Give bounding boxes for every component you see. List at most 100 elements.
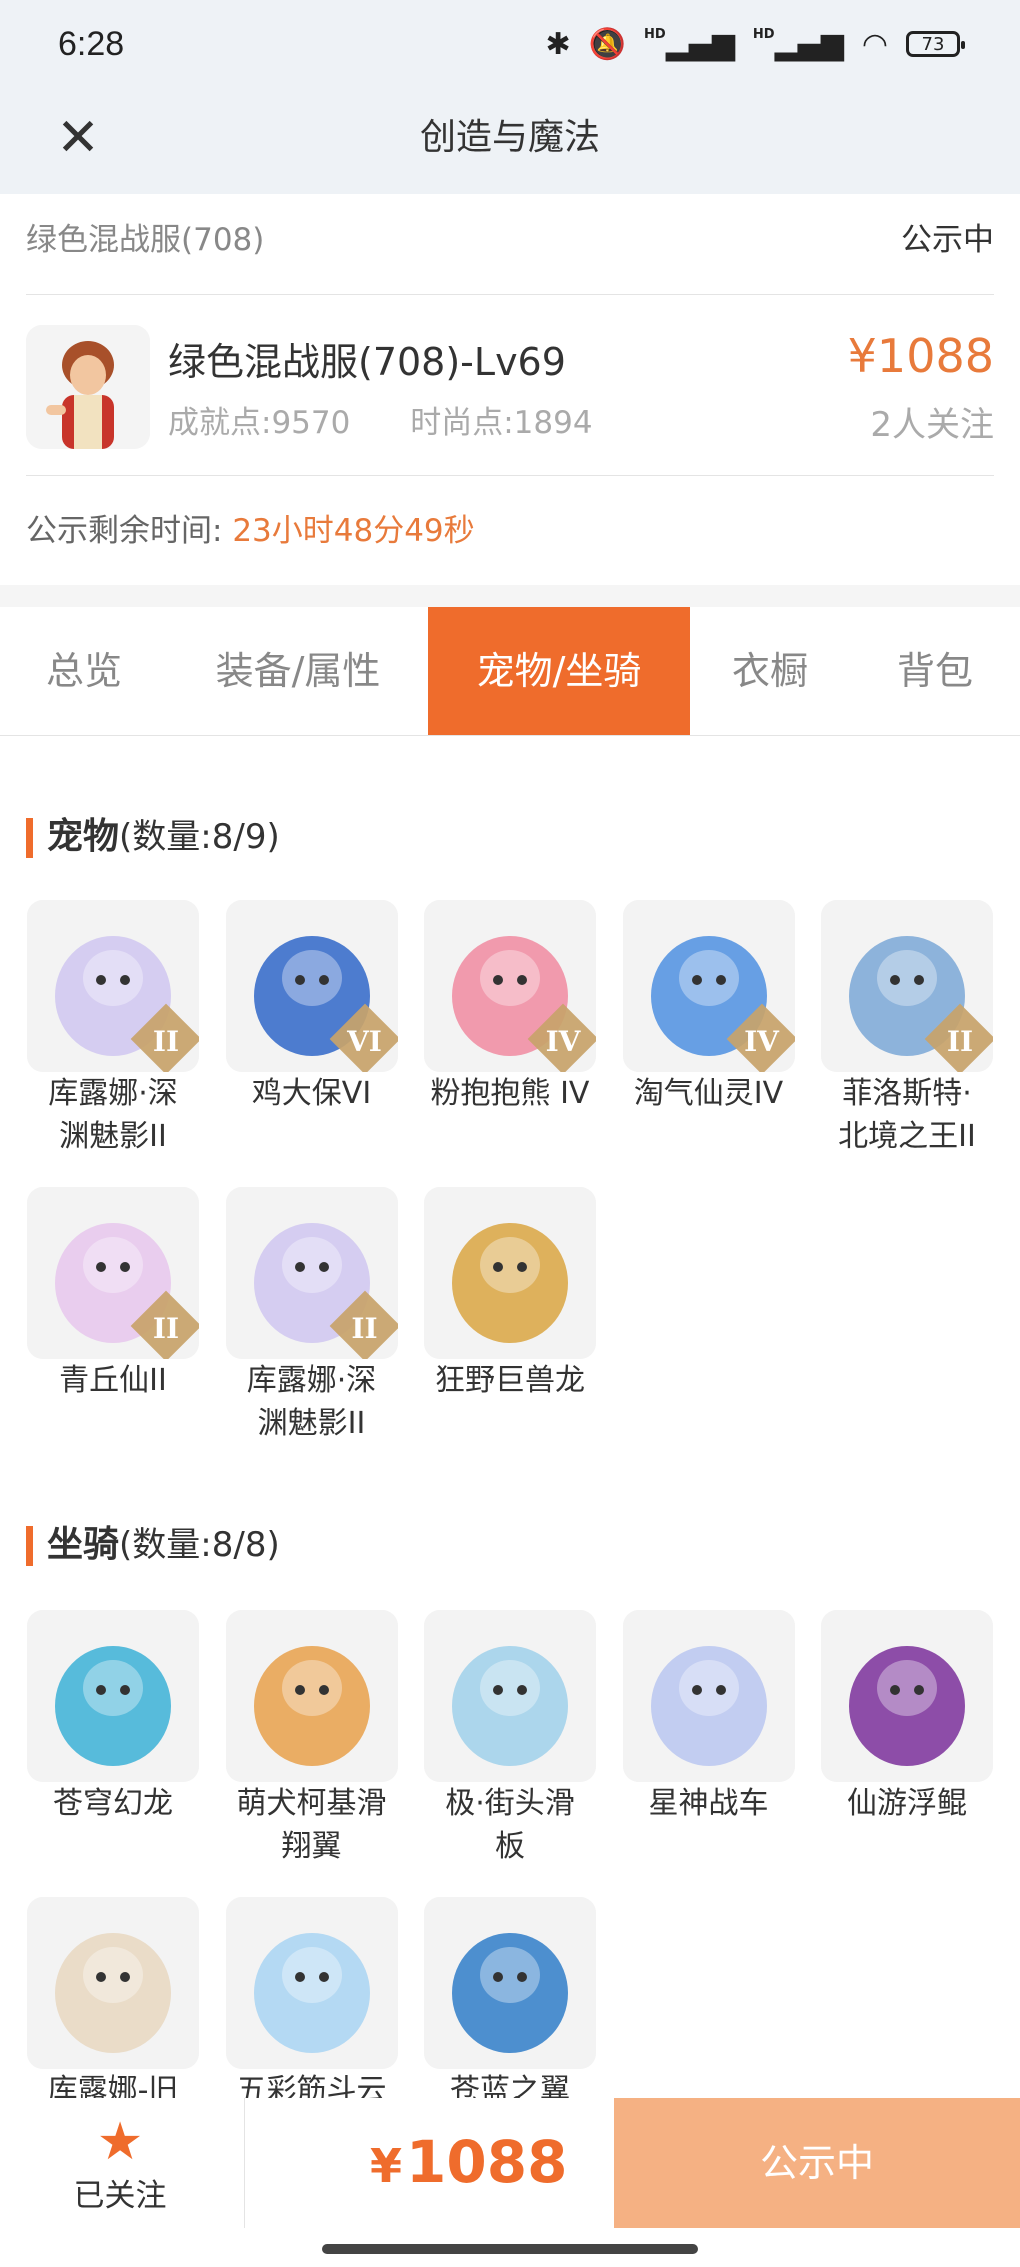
mount-thumbnail — [27, 1610, 199, 1782]
mount-item[interactable]: 苍蓝之翼 — [424, 1897, 596, 2112]
rank-badge-text: IV — [744, 1025, 779, 1058]
pet-thumbnail: VI — [225, 900, 398, 1072]
signal-hd2-icon: HD▂▄▆ — [752, 26, 844, 62]
pet-name: 狂野巨兽龙 — [435, 1363, 585, 1398]
pet-item[interactable]: VI 鸡大保VI — [225, 900, 398, 1115]
pet-thumbnail: IV — [622, 900, 795, 1072]
rank-badge-text: II — [351, 1312, 378, 1345]
tab-pets-mounts[interactable]: 宠物/坐骑 — [428, 607, 690, 735]
section-accent-bar — [26, 1526, 33, 1566]
achievement-points: 成就点:9570 — [168, 405, 351, 441]
status-bar: 6:28 ✱ 🔕 HD▂▄▆ HD▂▄▆ ◠ 73 — [0, 0, 1020, 88]
pet-item[interactable]: II 库露娜·深 渊魅影II — [225, 1187, 398, 1445]
publicity-status-button[interactable]: 公示中 — [614, 2098, 1020, 2228]
rank-badge-text: II — [152, 1025, 180, 1058]
rank-badge-text: II — [152, 1312, 180, 1345]
mount-item[interactable]: 极·街头滑板 — [424, 1610, 596, 1868]
divider — [244, 2098, 245, 2228]
tab-bar: 总览 装备/属性 宠物/坐骑 衣橱 背包 — [0, 607, 1020, 736]
mount-item[interactable]: 萌犬柯基滑 翔翼 — [225, 1610, 398, 1868]
countdown: 公示剩余时间: 23小时48分49秒 — [26, 505, 475, 550]
role-price: ¥1088 — [847, 329, 994, 383]
pet-item[interactable]: 狂野巨兽龙 — [424, 1187, 596, 1402]
fashion-points: 时尚点:1894 — [410, 405, 593, 441]
pet-item[interactable]: II 青丘仙II — [27, 1187, 199, 1402]
mount-name: 苍穹幻龙 — [53, 1786, 173, 1821]
mount-thumbnail — [622, 1610, 795, 1782]
pets-section-title: 宠物(数量:8/9) — [26, 807, 280, 859]
pet-item[interactable]: II 库露娜·深 渊魅影II — [27, 900, 199, 1158]
pet-thumbnail: II — [225, 1187, 398, 1359]
follow-label: 已关注 — [73, 2178, 167, 2214]
section-divider — [0, 585, 1020, 607]
home-indicator[interactable] — [322, 2244, 698, 2254]
mounts-count: (数量:8/8) — [119, 1525, 280, 1565]
mount-item[interactable]: 库露娜-旧 — [27, 1897, 199, 2112]
pet-name: 库露娜·深 渊魅影II — [48, 1076, 178, 1154]
mount-thumbnail — [821, 1610, 993, 1782]
pet-name: 菲洛斯特· 北境之王II — [838, 1076, 976, 1154]
status-icons: ✱ 🔕 HD▂▄▆ HD▂▄▆ ◠ 73 — [545, 26, 965, 62]
mount-thumbnail — [225, 1897, 398, 2069]
pet-thumbnail: II — [27, 1187, 199, 1359]
avatar — [26, 325, 150, 449]
pet-item[interactable]: IV 粉抱抱熊 IV — [424, 900, 596, 1115]
listing-header: 绿色混战服(708) 公示中 — [26, 194, 994, 295]
pet-thumbnail — [424, 1187, 596, 1359]
page-title: 创造与魔法 — [419, 117, 600, 158]
tab-bag[interactable]: 背包 — [850, 607, 1020, 735]
tab-equipment[interactable]: 装备/属性 — [168, 607, 428, 735]
mounts-title: 坐骑 — [47, 1524, 120, 1565]
mount-thumbnail — [424, 1610, 596, 1782]
tab-overview[interactable]: 总览 — [0, 607, 168, 735]
role-summary[interactable]: 绿色混战服(708)-Lv69 成就点:9570 时尚点:1894 ¥1088 … — [26, 295, 994, 476]
mount-name: 仙游浮鲲 — [847, 1786, 967, 1821]
rank-badge-text: IV — [545, 1025, 581, 1058]
pet-thumbnail: II — [821, 900, 993, 1072]
mount-item[interactable]: 苍穹幻龙 — [27, 1610, 199, 1825]
listing-name: 绿色混战服(708) — [26, 222, 265, 258]
star-icon: ★ — [96, 2112, 144, 2172]
mute-bell-icon: 🔕 — [588, 26, 627, 62]
mount-item[interactable]: 五彩筋斗云 — [225, 1897, 398, 2112]
pet-thumbnail: IV — [424, 900, 596, 1072]
countdown-value: 23小时48分49秒 — [232, 513, 475, 549]
wifi-icon: ◠ — [861, 26, 888, 62]
pet-name: 淘气仙灵IV — [633, 1076, 784, 1111]
pet-thumbnail: II — [27, 900, 199, 1072]
status-time: 6:28 — [58, 24, 125, 63]
mount-thumbnail — [225, 1610, 398, 1782]
close-icon: ✕ — [56, 108, 100, 168]
title-bar: 创造与魔法 ✕ — [0, 88, 1020, 194]
pet-name: 青丘仙II — [59, 1363, 167, 1398]
mount-name: 星神战车 — [648, 1786, 769, 1821]
role-points: 成就点:9570 时尚点:1894 — [168, 397, 643, 442]
rank-badge-text: VI — [347, 1025, 382, 1058]
pet-item[interactable]: II 菲洛斯特· 北境之王II — [821, 900, 993, 1158]
pet-item[interactable]: IV 淘气仙灵IV — [622, 900, 795, 1115]
follower-count: 2人关注 — [870, 405, 994, 445]
section-accent-bar — [26, 818, 33, 858]
battery-icon: 73 — [906, 31, 965, 57]
mount-name: 极·街头滑板 — [445, 1786, 575, 1864]
countdown-label: 公示剩余时间: — [26, 513, 223, 549]
mount-thumbnail — [27, 1897, 199, 2069]
pet-name: 库露娜·深 渊魅影II — [246, 1363, 377, 1441]
role-title: 绿色混战服(708)-Lv69 — [168, 340, 566, 384]
follow-button[interactable]: ★ 已关注 — [40, 2098, 200, 2228]
tab-wardrobe[interactable]: 衣橱 — [690, 607, 850, 735]
mount-item[interactable]: 仙游浮鲲 — [821, 1610, 993, 1825]
bottom-action-bar: ★ 已关注 ¥1088 公示中 — [0, 2098, 1020, 2228]
signal-hd-icon: HD▂▄▆ — [644, 26, 735, 62]
pets-count: (数量:8/9) — [119, 817, 280, 857]
bluetooth-icon: ✱ — [545, 26, 571, 62]
mount-item[interactable]: 星神战车 — [622, 1610, 795, 1825]
bottom-price: ¥1088 — [370, 2128, 568, 2196]
close-button[interactable]: ✕ — [48, 108, 108, 168]
rank-badge-text: II — [946, 1025, 974, 1058]
listing-status: 公示中 — [901, 222, 994, 258]
pet-name: 鸡大保VI — [251, 1076, 372, 1111]
mount-name: 萌犬柯基滑 翔翼 — [236, 1786, 387, 1864]
pets-title: 宠物 — [47, 816, 120, 857]
mount-thumbnail — [424, 1897, 596, 2069]
